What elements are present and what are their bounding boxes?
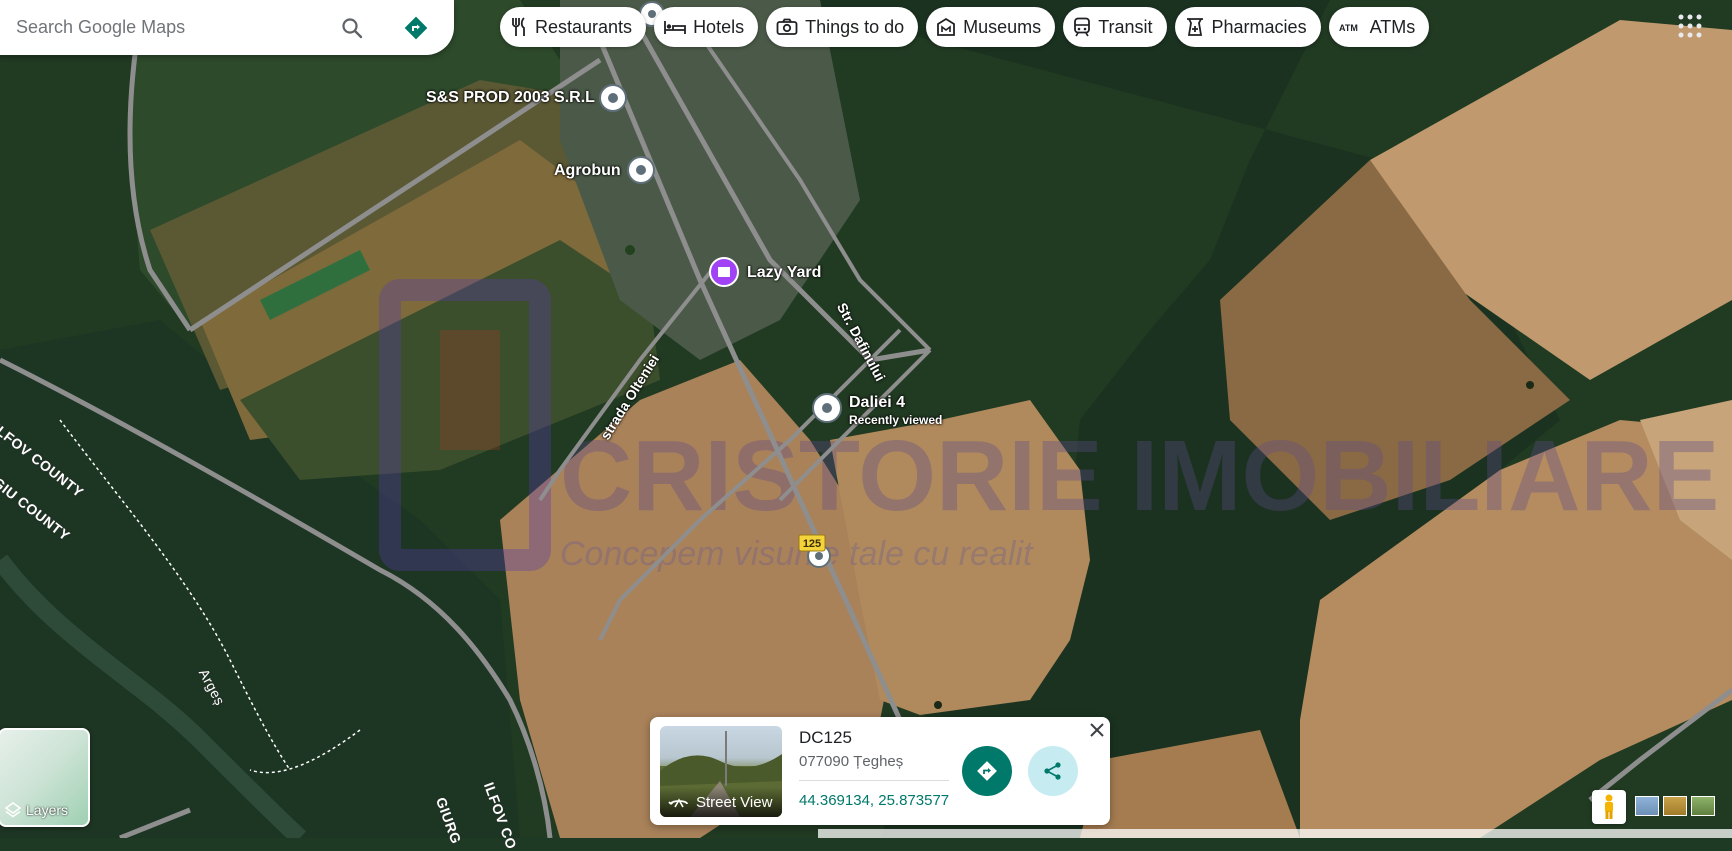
chip-museums[interactable]: Museums [926, 7, 1056, 47]
close-button[interactable] [1087, 720, 1107, 740]
street-view-label: Street View [660, 787, 782, 817]
museum-icon [937, 17, 956, 36]
chip-atms[interactable]: ATM ATMs [1328, 7, 1430, 47]
pin-ss-prod[interactable] [599, 84, 627, 112]
share-icon [1044, 762, 1061, 780]
category-chips: Restaurants Hotels Things to do Museums … [500, 7, 1430, 47]
street-view-thumbnail[interactable]: Street View [660, 726, 782, 817]
chip-hotels[interactable]: Hotels [654, 7, 759, 47]
street-view-icon [668, 798, 688, 808]
pharmacy-icon [1186, 18, 1203, 36]
layers-label: Layers [0, 801, 88, 819]
map-footer-bar [818, 829, 1732, 838]
chip-label: Museums [963, 16, 1042, 37]
directions-icon [977, 761, 997, 781]
chip-label: Hotels [693, 16, 745, 37]
watermark-tagline: Concepem visurile tale cu realit [560, 535, 1034, 573]
svg-text:125: 125 [803, 538, 821, 550]
fork-knife-icon [512, 17, 525, 36]
chip-things-to-do[interactable]: Things to do [766, 7, 919, 47]
apps-grid-icon[interactable] [1676, 12, 1704, 40]
place-label-ss-prod[interactable]: S&S PROD 2003 S.R.L [426, 89, 595, 107]
camera-icon [776, 18, 798, 35]
place-title: DC125 [799, 728, 852, 747]
place-info-card: Street View DC125 077090 Țegheș 44.36913… [650, 717, 1110, 825]
chip-label: ATMs [1369, 16, 1416, 37]
imagery-tiles [1635, 796, 1715, 816]
search-box [0, 0, 454, 55]
search-icon[interactable] [336, 12, 368, 44]
pin-agrobun[interactable] [627, 156, 655, 184]
close-icon [1090, 723, 1104, 737]
road-marker-125: 125 [798, 534, 826, 552]
bed-icon [664, 21, 686, 34]
place-label-daliei-4[interactable]: Daliei 4 [849, 394, 905, 412]
search-input[interactable] [14, 16, 328, 39]
chip-label: Transit [1098, 16, 1153, 37]
chip-pharmacies[interactable]: Pharmacies [1174, 7, 1321, 47]
layers-icon [4, 802, 22, 818]
watermark-title: CRISTORIE IMOBILIARE [560, 420, 1719, 532]
imagery-tile-1[interactable] [1635, 796, 1659, 816]
imagery-tile-2[interactable] [1663, 796, 1687, 816]
directions-button[interactable] [962, 746, 1012, 796]
layers-button[interactable]: Layers [0, 728, 90, 827]
divider [799, 780, 949, 781]
train-icon [1074, 17, 1091, 37]
chip-transit[interactable]: Transit [1063, 7, 1167, 47]
atm-icon: ATM [1339, 23, 1358, 33]
pegman-icon[interactable] [1592, 790, 1626, 824]
imagery-tile-3[interactable] [1691, 796, 1715, 816]
place-label-lazy-yard[interactable]: Lazy Yard [747, 264, 821, 282]
svg-text:ATM: ATM [1339, 23, 1358, 33]
chip-label: Things to do [805, 16, 905, 37]
chip-label: Restaurants [535, 16, 633, 37]
directions-icon[interactable] [400, 12, 432, 44]
chip-label: Pharmacies [1211, 16, 1307, 37]
place-coordinates[interactable]: 44.369134, 25.873577 [799, 792, 949, 809]
share-button[interactable] [1028, 746, 1078, 796]
chip-restaurants[interactable]: Restaurants [500, 7, 647, 47]
pin-daliei-4[interactable] [812, 393, 842, 423]
place-sublabel-recently-viewed: Recently viewed [849, 413, 943, 427]
place-label-agrobun[interactable]: Agrobun [554, 162, 621, 180]
place-address: 077090 Țegheș [799, 753, 904, 770]
pin-lazy-yard[interactable] [709, 257, 739, 287]
